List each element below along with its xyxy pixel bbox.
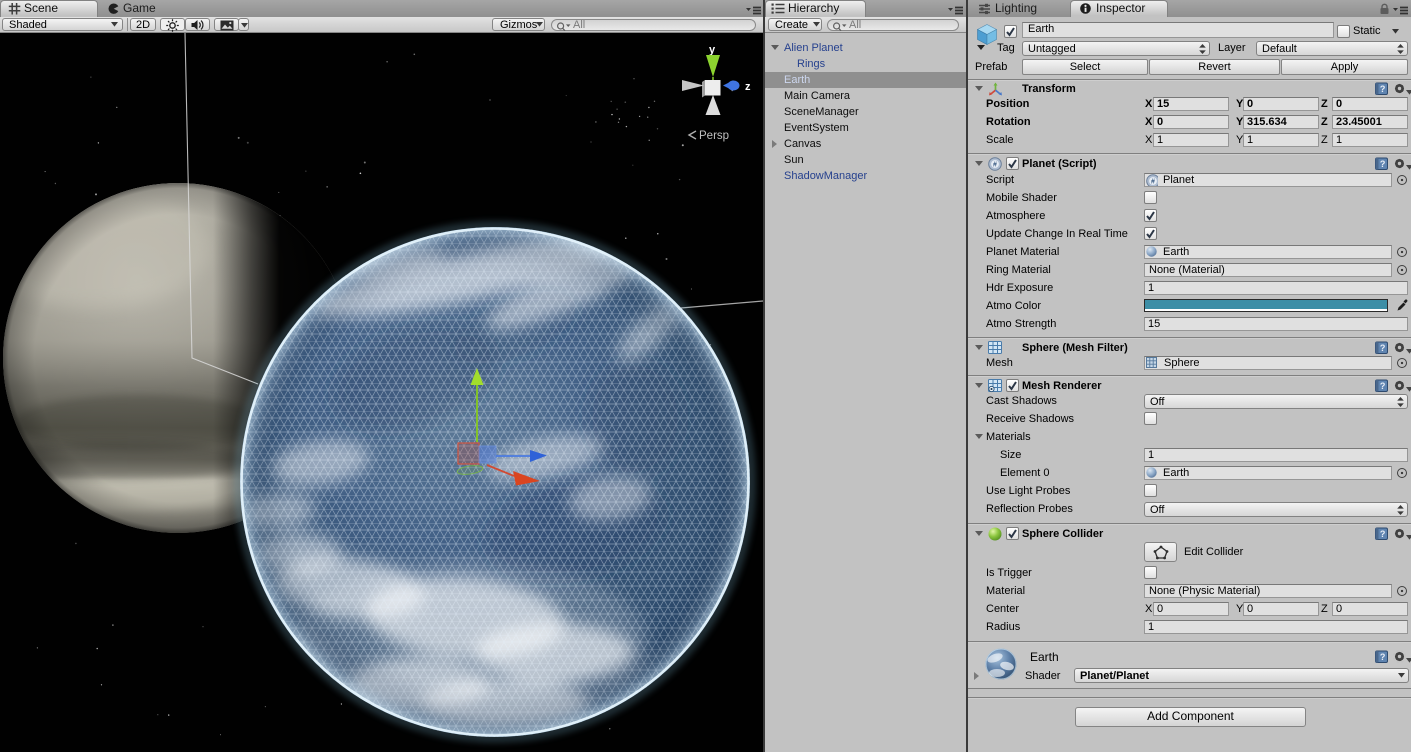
svg-text:z: z <box>745 81 751 93</box>
svg-text:#: # <box>993 162 997 169</box>
svg-text:?: ? <box>1380 381 1386 391</box>
svg-text:?: ? <box>1380 652 1386 662</box>
svg-text:?: ? <box>1380 343 1386 353</box>
svg-text:y: y <box>709 44 716 56</box>
svg-text:?: ? <box>1380 529 1386 539</box>
svg-text:?: ? <box>1380 84 1386 94</box>
svg-text:#: # <box>1151 179 1155 186</box>
svg-text:Persp: Persp <box>699 130 729 142</box>
svg-text:?: ? <box>1380 159 1386 169</box>
